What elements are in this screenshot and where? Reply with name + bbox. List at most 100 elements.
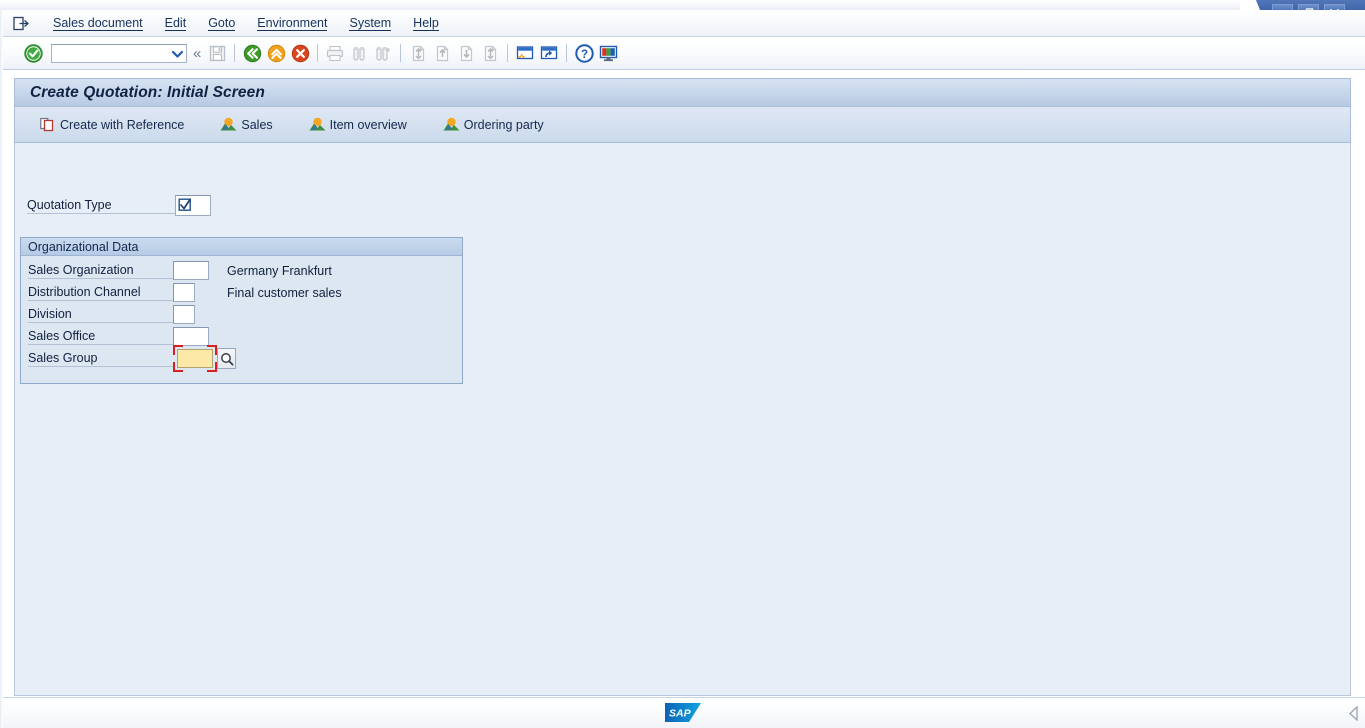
last-page-icon (484, 45, 496, 61)
help-button[interactable]: ? (573, 42, 595, 64)
sales-organization-input[interactable] (173, 261, 209, 280)
organizational-data-group: Organizational Data Sales Organization G… (20, 237, 463, 384)
quotation-type-label: Quotation Type (27, 197, 175, 214)
distribution-channel-row: Distribution Channel Final customer sale… (28, 282, 342, 303)
customize-monitor-icon (599, 45, 618, 61)
page-title: Create Quotation: Initial Screen (30, 83, 265, 101)
save-button[interactable] (206, 42, 228, 64)
sales-group-search-help-button[interactable] (217, 348, 236, 369)
ordering-party-button[interactable]: Ordering party (434, 114, 553, 136)
svg-text:SAP: SAP (669, 708, 692, 720)
app-button-label: Ordering party (463, 117, 544, 132)
focus-corner-top-left (173, 345, 183, 355)
application-toolbar: Create with Reference Sales Item overvie… (14, 107, 1351, 143)
binoculars-icon (353, 46, 365, 61)
toolbar-separator (566, 44, 568, 62)
menu-item-label: Environment (257, 16, 328, 31)
first-page-button[interactable] (407, 42, 429, 64)
item-overview-button[interactable]: Item overview (300, 114, 416, 136)
sales-office-label: Sales Office (28, 328, 173, 345)
standard-toolbar: « ? (0, 37, 1365, 70)
sales-organization-description: Germany Frankfurt (227, 263, 332, 278)
window-titlebar (0, 0, 1365, 10)
form-area: Quotation Type Organizational Data Sales… (15, 143, 1350, 695)
focus-corner-bottom-right (207, 362, 217, 372)
resize-grip-icon[interactable] (1347, 705, 1359, 721)
toolbar-separator (507, 44, 509, 62)
next-page-button[interactable] (455, 42, 477, 64)
focus-corner-top-right (207, 345, 217, 355)
printer-icon (327, 45, 344, 61)
menu-item-label: System (349, 16, 392, 31)
first-page-icon (412, 45, 424, 61)
print-button[interactable] (324, 42, 346, 64)
toolbar-separator (400, 44, 402, 62)
screen-title-bar: Create Quotation: Initial Screen (14, 78, 1351, 107)
back-button[interactable] (241, 42, 263, 64)
overview-picture-icon (443, 117, 460, 133)
command-field-input[interactable] (52, 45, 170, 61)
chevron-down-icon[interactable] (172, 50, 183, 59)
customize-button[interactable] (597, 42, 619, 64)
division-input[interactable] (173, 305, 195, 324)
create-shortcut-button[interactable] (538, 42, 560, 64)
sales-organization-label: Sales Organization (28, 262, 173, 279)
red-cancel-icon (291, 44, 310, 62)
enter-button[interactable] (22, 42, 44, 64)
system-menu-icon[interactable] (12, 15, 30, 31)
find-next-button[interactable] (372, 42, 394, 64)
division-row: Division (28, 304, 195, 325)
focus-corner-bottom-left (173, 362, 183, 372)
svg-text:?: ? (581, 49, 588, 61)
binoculars-plus-icon (376, 46, 391, 61)
exit-button[interactable] (265, 42, 287, 64)
app-button-label: Item overview (329, 117, 407, 132)
toolbar-separator (317, 44, 319, 62)
green-back-arrow-icon (243, 44, 262, 62)
menu-item-goto[interactable]: Goto (197, 14, 246, 32)
create-with-reference-button[interactable]: Create with Reference (30, 114, 193, 136)
new-session-icon (517, 46, 534, 60)
menu-item-label: Goto (208, 16, 236, 31)
cancel-button[interactable] (289, 42, 311, 64)
toolbar-separator (234, 44, 236, 62)
menu-bar: Sales document Edit Goto Environment Sys… (0, 10, 1365, 37)
sales-button[interactable]: Sales (211, 114, 281, 136)
sales-office-row: Sales Office (28, 326, 209, 347)
sales-group-row: Sales Group (28, 345, 236, 372)
menu-item-environment[interactable]: Environment (246, 14, 338, 32)
double-chevron-left-icon[interactable]: « (193, 46, 201, 61)
sales-group-focus-frame (173, 345, 217, 372)
distribution-channel-input[interactable] (173, 283, 195, 302)
distribution-channel-description: Final customer sales (227, 285, 342, 300)
organizational-data-body: Sales Organization Germany Frankfurt Dis… (21, 256, 462, 383)
command-field[interactable] (51, 43, 187, 63)
status-bar: SAP (0, 697, 1365, 728)
menu-item-label: Sales document (53, 16, 143, 31)
menu-item-system[interactable]: System (338, 14, 402, 32)
save-floppy-icon (209, 45, 225, 61)
checkbox-check-icon[interactable] (177, 198, 192, 213)
menu-item-label: Edit (164, 16, 187, 31)
quotation-type-row: Quotation Type (27, 194, 211, 216)
previous-page-button[interactable] (431, 42, 453, 64)
menu-item-help[interactable]: Help (402, 14, 450, 32)
division-label: Division (28, 306, 173, 323)
distribution-channel-label: Distribution Channel (28, 284, 173, 301)
menu-item-sales-document[interactable]: Sales document (42, 14, 154, 32)
find-button[interactable] (348, 42, 370, 64)
app-button-label: Create with Reference (60, 117, 185, 132)
menu-item-label: Help (413, 16, 439, 31)
sap-logo: SAP (665, 703, 703, 722)
sales-office-input[interactable] (173, 327, 209, 346)
shortcut-icon (541, 46, 558, 60)
quotation-type-input[interactable] (175, 194, 211, 216)
last-page-button[interactable] (479, 42, 501, 64)
copy-reference-icon (39, 117, 56, 133)
sales-group-label: Sales Group (28, 350, 173, 367)
window-left-edge (0, 10, 3, 728)
menu-item-edit[interactable]: Edit (154, 14, 198, 32)
create-session-button[interactable] (514, 42, 536, 64)
orange-up-arrow-icon (267, 44, 286, 62)
organizational-data-header: Organizational Data (21, 238, 462, 256)
